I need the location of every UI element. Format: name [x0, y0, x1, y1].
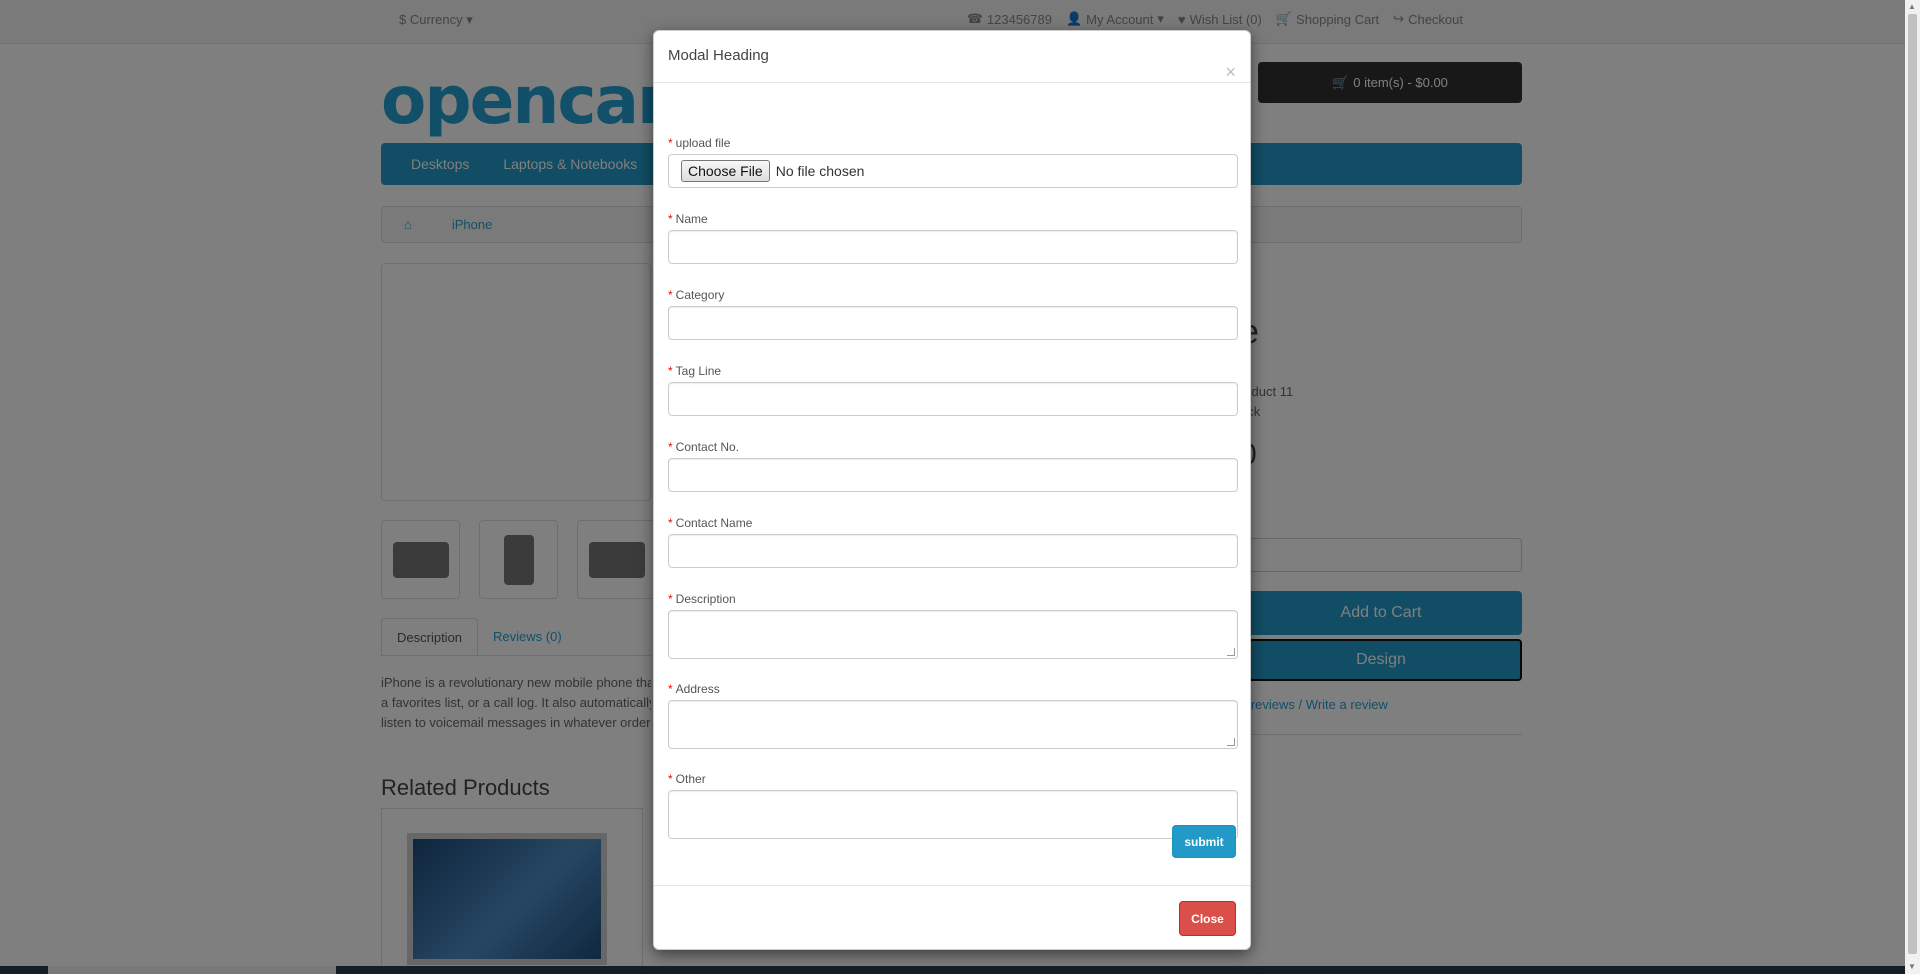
required-marker: *: [668, 592, 673, 606]
contact-no-input[interactable]: [668, 458, 1238, 492]
contact-name-input[interactable]: [668, 534, 1238, 568]
name-label-text: Name: [675, 212, 708, 226]
description-label: * Description: [668, 592, 736, 606]
choose-file-button[interactable]: Choose File: [681, 160, 770, 182]
address-label: * Address: [668, 682, 720, 696]
category-input[interactable]: [668, 306, 1238, 340]
other-label-text: Other: [675, 772, 706, 786]
category-label: * Category: [668, 288, 724, 302]
required-marker: *: [668, 772, 673, 786]
required-marker: *: [668, 682, 673, 696]
required-marker: *: [668, 516, 673, 530]
name-label: * Name: [668, 212, 708, 226]
description-textarea[interactable]: [668, 610, 1238, 659]
modal-dialog: Modal Heading × * upload file Choose File…: [653, 30, 1251, 950]
required-marker: *: [668, 364, 673, 378]
tag-line-input[interactable]: [668, 382, 1238, 416]
required-marker: *: [668, 136, 673, 150]
category-label-text: Category: [675, 288, 725, 302]
page-scrollbar[interactable]: ▲ ▼: [1905, 0, 1920, 974]
other-label: * Other: [668, 772, 706, 786]
scroll-up-icon[interactable]: ▲: [1908, 2, 1916, 11]
required-marker: *: [668, 212, 673, 226]
upload-file-label: * upload file: [668, 136, 730, 150]
scroll-down-icon[interactable]: ▼: [1908, 962, 1916, 971]
file-status: No file chosen: [775, 163, 865, 179]
required-marker: *: [668, 440, 673, 454]
modal-title: Modal Heading: [668, 47, 769, 64]
modal-header: Modal Heading ×: [654, 31, 1250, 83]
contact-name-label: * Contact Name: [668, 516, 752, 530]
modal-footer-divider: [654, 885, 1250, 886]
close-icon[interactable]: ×: [1225, 63, 1236, 81]
other-textarea[interactable]: [668, 790, 1238, 839]
address-label-text: Address: [675, 682, 720, 696]
address-textarea[interactable]: [668, 700, 1238, 749]
submit-button[interactable]: submit: [1172, 825, 1236, 858]
contact-no-label-text: Contact No.: [675, 440, 740, 454]
upload-file-label-text: upload file: [675, 136, 731, 150]
description-label-text: Description: [675, 592, 736, 606]
tag-line-label-text: Tag Line: [675, 364, 722, 378]
upload-file-input[interactable]: Choose File No file chosen: [668, 154, 1238, 188]
scrollbar-thumb[interactable]: [1908, 14, 1917, 954]
name-input[interactable]: [668, 230, 1238, 264]
contact-name-label-text: Contact Name: [675, 516, 753, 530]
required-marker: *: [668, 288, 673, 302]
close-button[interactable]: Close: [1179, 901, 1236, 936]
tag-line-label: * Tag Line: [668, 364, 721, 378]
contact-no-label: * Contact No.: [668, 440, 739, 454]
